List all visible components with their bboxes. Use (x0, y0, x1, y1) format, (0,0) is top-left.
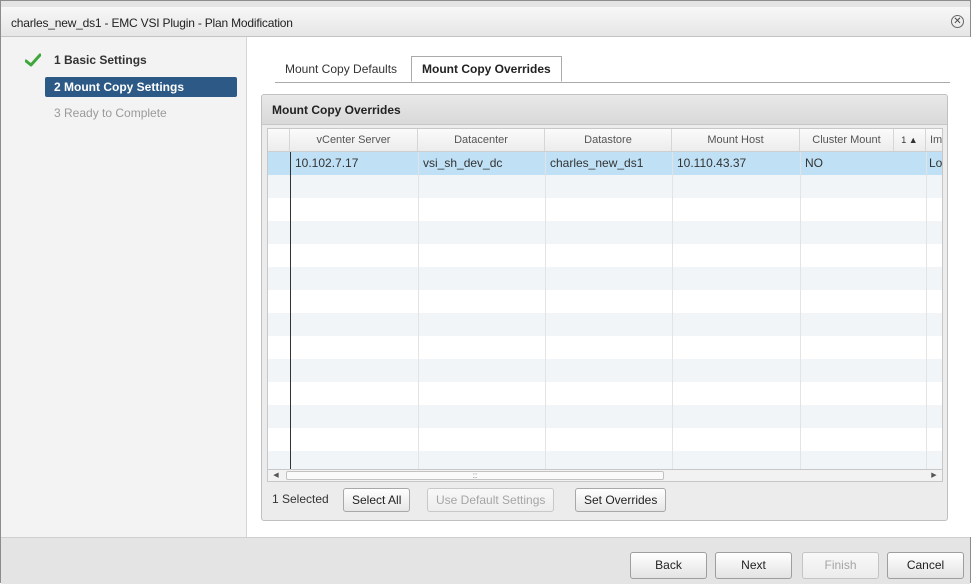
column-header-cluster-mount[interactable]: Cluster Mount (800, 129, 894, 151)
table-row[interactable] (268, 359, 942, 382)
cell-cluster-mount[interactable]: NO (800, 152, 894, 175)
main-content: Mount Copy Defaults Mount Copy Overrides… (247, 37, 971, 537)
table-header: vCenter Server Datacenter Datastore Moun… (268, 129, 942, 152)
column-divider (545, 152, 546, 469)
scroll-left-icon[interactable]: ◀ (270, 471, 282, 480)
cell-image[interactable]: Log (926, 152, 942, 175)
step-mount-copy-settings[interactable]: 2 Mount Copy Settings (45, 77, 237, 97)
table-row[interactable] (268, 336, 942, 359)
column-divider (672, 152, 673, 469)
table-row[interactable] (268, 428, 942, 451)
table-row[interactable] (268, 451, 942, 469)
overrides-panel: Mount Copy Overrides vCenter Server Data… (261, 94, 948, 521)
column-header-mount-host[interactable]: Mount Host (672, 129, 800, 151)
horizontal-scrollbar[interactable]: ◀ :: ▶ (267, 469, 943, 482)
column-header-rownum (268, 129, 290, 151)
finish-button[interactable]: Finish (802, 552, 879, 579)
use-default-settings-button[interactable]: Use Default Settings (427, 488, 555, 512)
next-button[interactable]: Next (715, 552, 792, 579)
column-divider (800, 152, 801, 469)
step-basic-settings[interactable]: 1 Basic Settings (45, 50, 237, 70)
table-row[interactable] (268, 175, 942, 198)
cell-mount-host[interactable]: 10.110.43.37 (672, 152, 800, 175)
panel-title: Mount Copy Overrides (272, 103, 401, 117)
tab-divider (275, 82, 950, 83)
overrides-table: vCenter Server Datacenter Datastore Moun… (267, 128, 943, 470)
table-row[interactable] (268, 267, 942, 290)
cell-datacenter[interactable]: vsi_sh_dev_dc (418, 152, 545, 175)
column-header-datacenter[interactable]: Datacenter (418, 129, 545, 151)
scroll-right-icon[interactable]: ▶ (928, 471, 940, 480)
checkmark-icon (25, 53, 41, 67)
table-row[interactable] (268, 290, 942, 313)
table-row[interactable] (268, 244, 942, 267)
plan-modification-dialog: charles_new_ds1 - EMC VSI Plugin - Plan … (0, 0, 971, 584)
column-divider (418, 152, 419, 469)
cell-datastore[interactable]: charles_new_ds1 (545, 152, 672, 175)
panel-header: Mount Copy Overrides (262, 95, 947, 125)
table-row[interactable] (268, 221, 942, 244)
scrollbar-thumb[interactable]: :: (286, 471, 664, 480)
close-icon[interactable]: ✕ (951, 15, 964, 28)
set-overrides-button[interactable]: Set Overrides (575, 488, 667, 512)
wizard-steps: 1 Basic Settings 2 Mount Copy Settings 3… (1, 37, 247, 537)
select-all-button[interactable]: Select All (343, 488, 411, 512)
column-divider (926, 152, 927, 469)
column-divider (290, 152, 291, 469)
column-header-vcenter[interactable]: vCenter Server (290, 129, 418, 151)
column-header-image[interactable]: Im (926, 129, 942, 151)
back-button[interactable]: Back (630, 552, 707, 579)
cell-vcenter[interactable]: 10.102.7.17 (290, 152, 418, 175)
window-title: charles_new_ds1 - EMC VSI Plugin - Plan … (11, 16, 293, 30)
table-row[interactable] (268, 313, 942, 336)
cancel-button[interactable]: Cancel (887, 552, 964, 579)
title-bar: charles_new_ds1 - EMC VSI Plugin - Plan … (1, 7, 970, 37)
tab-mount-copy-defaults[interactable]: Mount Copy Defaults (275, 57, 407, 81)
selection-count: 1 Selected (272, 492, 329, 506)
table-row[interactable] (268, 382, 942, 405)
table-row[interactable] (268, 405, 942, 428)
table-footer: 1 Selected Select All Use Default Settin… (267, 486, 943, 514)
dialog-footer: Back Next Finish Cancel (1, 537, 970, 584)
step-ready-to-complete: 3 Ready to Complete (54, 106, 167, 120)
sort-indicator[interactable]: 1 ▲ (894, 129, 926, 151)
column-header-datastore[interactable]: Datastore (545, 129, 672, 151)
tab-mount-copy-overrides[interactable]: Mount Copy Overrides (411, 56, 562, 82)
table-row[interactable] (268, 198, 942, 221)
